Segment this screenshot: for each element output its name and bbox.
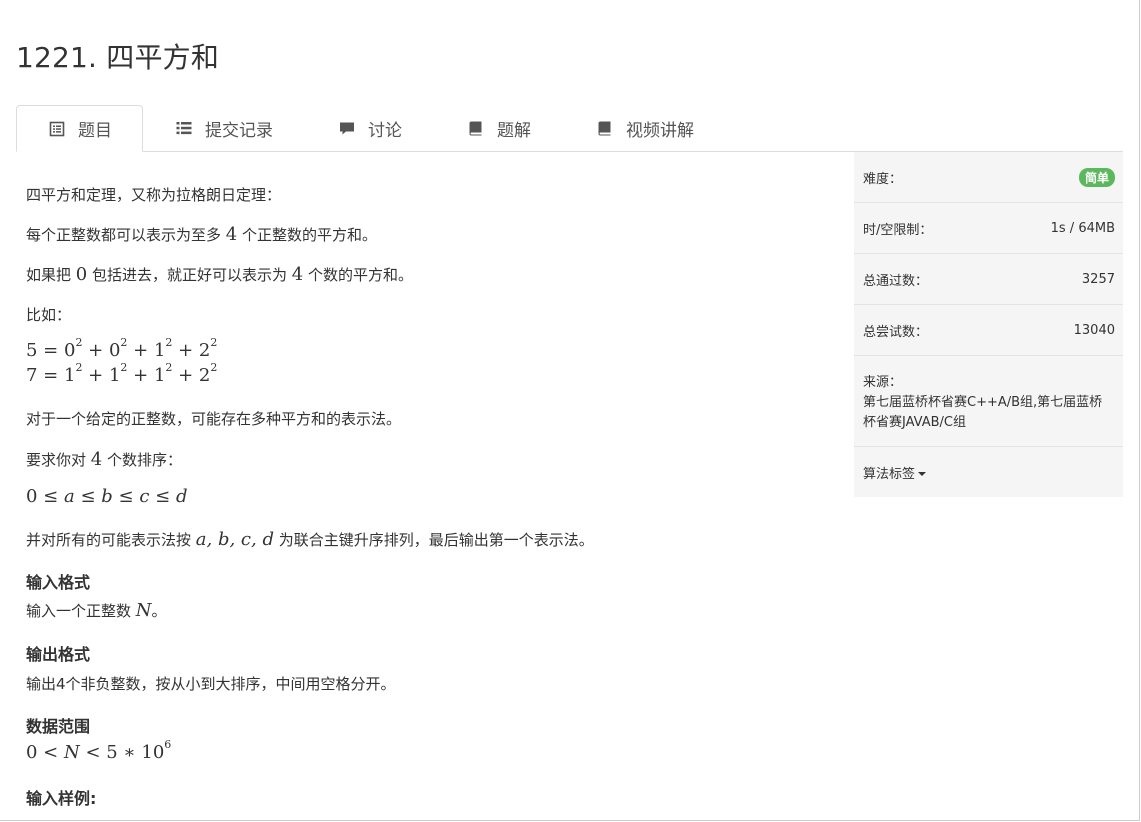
text-fragment: 个正整数的平方和。 <box>237 226 378 244</box>
text-fragment: 为联合主键升序排列，最后输出第一个表示法。 <box>273 531 594 549</box>
book-icon <box>596 119 614 137</box>
tab-submissions[interactable]: 提交记录 <box>175 105 273 151</box>
algorithm-tags-toggle[interactable]: 算法标签 <box>863 463 927 482</box>
problem-info-panel: 难度： 简单 时/空限制： 1s / 64MB 总通过数： 3257 总尝试数：… <box>854 151 1123 497</box>
statement-line: 如果把 0 包括进去，就正好可以表示为 4 个数的平方和。 <box>26 264 413 285</box>
page-title: 1221. 四平方和 <box>16 41 220 74</box>
source-row: 来源： 第七届蓝桥杯省赛C++A/B组,第七届蓝桥杯省赛JAVAB/C组 <box>854 356 1123 447</box>
output-format-heading: 输出格式 <box>26 645 91 664</box>
tags-row: 算法标签 <box>854 447 1123 497</box>
passed-row: 总通过数： 3257 <box>854 254 1123 305</box>
text-fragment: 。 <box>151 602 167 620</box>
source-link[interactable]: 第七届蓝桥杯省赛C++A/B组,第七届蓝桥杯省赛JAVAB/C组 <box>863 393 1115 433</box>
text-fragment: 包括进去，就正好可以表示为 <box>87 266 292 284</box>
tried-label: 总尝试数： <box>863 324 929 340</box>
text-fragment: 并对所有的可能表示法按 <box>26 531 196 549</box>
text-fragment: 每个正整数都可以表示为至多 <box>26 226 226 244</box>
math-vars: a, b, c, d <box>195 529 274 550</box>
tab-solutions[interactable]: 题解 <box>467 105 531 151</box>
passed-value: 3257 <box>1081 271 1115 287</box>
tried-value: 13040 <box>1073 322 1115 338</box>
tab-discussion[interactable]: 讨论 <box>338 105 402 151</box>
example-label: 比如： <box>26 306 72 324</box>
tab-label: 讨论 <box>368 120 402 141</box>
comment-icon <box>338 119 356 137</box>
input-format-heading: 输入格式 <box>26 573 91 592</box>
text-fragment: 个数的平方和。 <box>303 266 414 284</box>
statement-line: 对于一个给定的正整数，可能存在多种平方和的表示法。 <box>26 410 402 428</box>
output-format-text: 输出4个非负整数，按从小到大排序，中间用空格分开。 <box>26 675 396 693</box>
example-equation: 7 = 12 + 12 + 12 + 22 <box>26 361 218 386</box>
math-number: 4 <box>225 224 238 245</box>
tags-label: 算法标签 <box>863 466 916 482</box>
math-var: N <box>135 600 152 621</box>
input-format-text: 输入一个正整数 N。 <box>26 600 167 621</box>
sample-input-heading: 输入样例: <box>26 789 97 808</box>
tab-label: 题解 <box>497 120 531 141</box>
limit-value: 1s / 64MB <box>1050 220 1115 236</box>
list-icon <box>175 119 193 137</box>
ordering-equation: 0 ≤ a ≤ b ≤ c ≤ d <box>26 486 188 507</box>
limit-label: 时/空限制： <box>863 222 933 238</box>
tab-label: 提交记录 <box>205 120 273 141</box>
list-alt-icon <box>48 120 66 138</box>
statement-line: 要求你对 4 个数排序： <box>26 449 182 470</box>
tab-label: 题目 <box>78 121 112 141</box>
tab-label: 视频讲解 <box>626 120 694 141</box>
statement-line: 每个正整数都可以表示为至多 4 个正整数的平方和。 <box>26 224 377 245</box>
math-number: 0 <box>75 264 88 285</box>
tab-video[interactable]: 视频讲解 <box>596 105 694 151</box>
difficulty-label: 难度： <box>863 171 903 187</box>
data-range-equation: 0 < N < 5 ∗ 106 <box>26 738 172 763</box>
tab-problem[interactable]: 题目 <box>16 105 143 152</box>
text-fragment: 要求你对 <box>26 451 91 469</box>
text-fragment: 个数排序： <box>102 451 183 469</box>
difficulty-badge: 简单 <box>1078 167 1115 187</box>
difficulty-row: 难度： 简单 <box>854 152 1123 203</box>
source-label: 来源： <box>863 375 903 390</box>
caret-down-icon <box>918 472 927 476</box>
book-icon <box>467 119 485 137</box>
statement-line: 并对所有的可能表示法按 a, b, c, d 为联合主键升序排列，最后输出第一个… <box>26 529 594 550</box>
data-range-heading: 数据范围 <box>26 717 91 736</box>
passed-label: 总通过数： <box>863 273 929 289</box>
text-fragment: 输入一个正整数 <box>26 602 136 620</box>
intro-text: 四平方和定理，又称为拉格朗日定理： <box>26 186 282 204</box>
math-number: 4 <box>291 264 304 285</box>
problem-tabs: 题目 提交记录 讨论 题解 视频讲解 <box>16 105 1123 152</box>
tried-row: 总尝试数： 13040 <box>854 305 1123 356</box>
example-equation: 5 = 02 + 02 + 12 + 22 <box>26 336 218 361</box>
math-number: 4 <box>90 449 103 470</box>
limit-row: 时/空限制： 1s / 64MB <box>854 203 1123 254</box>
text-fragment: 如果把 <box>26 266 76 284</box>
